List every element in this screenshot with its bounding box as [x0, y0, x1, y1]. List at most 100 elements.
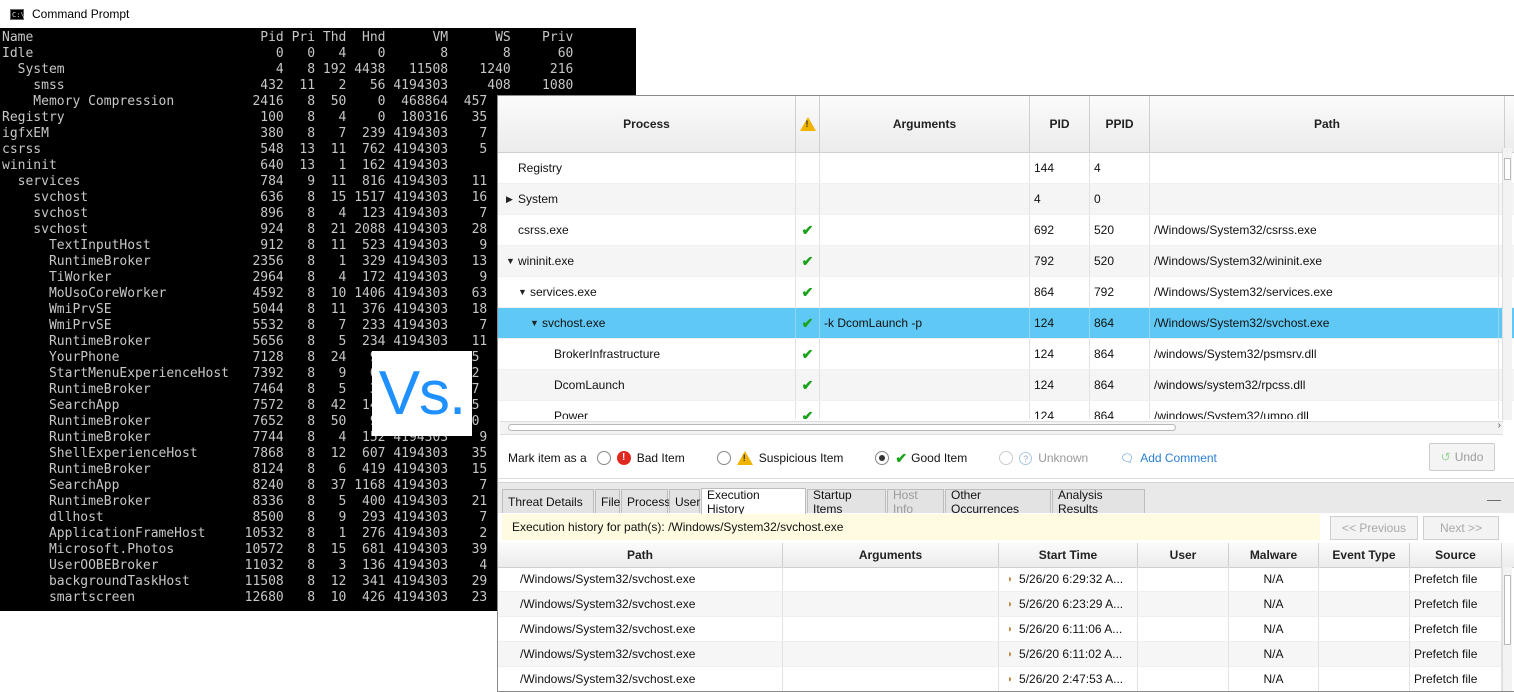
process-cell[interactable]: csrss.exe [498, 215, 796, 245]
process-cell[interactable]: Power [498, 401, 796, 419]
collapse-icon[interactable]: ▼ [518, 287, 530, 297]
process-cell[interactable]: ▼ wininit.exe [498, 246, 796, 276]
scroll-thumb[interactable] [1504, 575, 1511, 645]
expand-icon[interactable]: ▶ [506, 194, 518, 205]
cmd-titlebar[interactable]: C:\ Command Prompt [0, 0, 636, 28]
tab-analysis-results[interactable]: Analysis Results [1052, 488, 1145, 516]
good-item-radio[interactable] [875, 451, 890, 465]
exec-table-header: Path Arguments Start Time User Malware E… [498, 543, 1514, 568]
start-time-text: 5/26/20 6:29:32 A... [1019, 572, 1124, 586]
warning-icon [736, 451, 753, 465]
col-path[interactable]: Path [498, 543, 783, 567]
col-path[interactable]: Path [1150, 96, 1505, 152]
suspicious-item-radio[interactable] [716, 451, 731, 465]
arguments-cell [820, 277, 1030, 307]
moon-icon: ◗ [1007, 573, 1014, 585]
scroll-thumb[interactable] [508, 424, 1176, 431]
col-source[interactable]: Source [1410, 543, 1502, 567]
exec-start-cell: ◗ 5/26/20 6:23:29 A... [999, 592, 1138, 616]
process-row[interactable]: BrokerInfrastructure ✔ 124 864/windows/Syst… [498, 339, 1514, 370]
col-pid[interactable]: PID [1030, 96, 1090, 152]
tab-process[interactable]: Process [621, 489, 670, 513]
unknown-option[interactable]: ? Unknown [999, 451, 1088, 465]
pid-cell: 692 [1030, 215, 1090, 245]
process-row[interactable]: DcomLaunch ✔ 124 864/windows/system32/rpcss… [498, 370, 1514, 401]
process-cell[interactable]: ▶ System [498, 184, 796, 214]
tab-host-info[interactable]: Host Info [887, 488, 944, 516]
check-icon: ✔ [801, 407, 814, 420]
process-row[interactable]: ▼ wininit.exe ✔ 792 520/Windows/System32/win… [498, 246, 1514, 277]
start-time-text: 5/26/20 6:11:02 A... [1019, 647, 1123, 661]
process-vertical-scrollbar[interactable] [1502, 148, 1512, 420]
tab-other-occurrences[interactable]: Other Occurrences [945, 488, 1051, 516]
col-warning[interactable] [796, 96, 820, 152]
tab-file[interactable]: File [595, 489, 620, 513]
process-table-body: Registry 144 4 ▶ System 4 0 csrss.exe ✔ 692 520/Wi… [498, 153, 1514, 419]
process-horizontal-scrollbar[interactable]: › [500, 420, 1503, 435]
next-button[interactable]: Next >> [1423, 516, 1499, 540]
process-name: services.exe [530, 285, 597, 299]
exec-row[interactable]: /Windows/System32/svchost.exe ◗ 5/26/20 6:… [498, 642, 1503, 667]
exec-row[interactable]: /Windows/System32/svchost.exe ◗ 5/26/20 6:… [498, 617, 1503, 642]
add-comment-link[interactable]: 🗨 Add Comment [1120, 451, 1217, 465]
scroll-right-icon[interactable]: › [1498, 420, 1501, 431]
col-ppid[interactable]: PPID [1090, 96, 1150, 152]
unknown-radio[interactable] [999, 451, 1014, 465]
tab-execution-history[interactable]: Execution History [701, 488, 806, 516]
col-user[interactable]: User [1138, 543, 1229, 567]
exec-path-cell: /Windows/System32/svchost.exe [498, 567, 783, 591]
exec-path-cell: /Windows/System32/svchost.exe [498, 592, 783, 616]
tab-user[interactable]: User [669, 489, 700, 513]
col-event-type[interactable]: Event Type [1319, 543, 1410, 567]
status-cell: ✔ [796, 339, 820, 369]
status-cell: ✔ [796, 401, 820, 419]
tab-startup-items[interactable]: Startup Items [807, 488, 886, 516]
check-icon: ✔ [801, 314, 814, 331]
bad-item-option[interactable]: ! Bad Item [596, 451, 685, 465]
exec-malware-cell: N/A [1229, 667, 1319, 691]
process-row[interactable]: ▶ System 4 0 [498, 184, 1514, 215]
process-cell[interactable]: DcomLaunch [498, 370, 796, 400]
col-malware[interactable]: Malware [1229, 543, 1319, 567]
check-icon: ✔ [801, 376, 814, 393]
console-line: System 4 8 192 4438 11508 1240 216 [2, 62, 574, 77]
process-row[interactable]: Registry 144 4 [498, 153, 1514, 184]
exec-vertical-scrollbar[interactable] [1502, 567, 1512, 691]
process-cell[interactable]: ▼ svchost.exe [498, 308, 796, 338]
col-start-time[interactable]: Start Time [999, 543, 1138, 567]
exec-row[interactable]: /Windows/System32/svchost.exe ◗ 5/26/20 6:… [498, 592, 1503, 617]
process-name: BrokerInfrastructure [554, 347, 661, 361]
col-arguments[interactable]: Arguments [783, 543, 999, 567]
col-arguments[interactable]: Arguments [820, 96, 1030, 152]
previous-button[interactable]: << Previous [1330, 516, 1418, 540]
check-icon: ✔ [801, 283, 814, 300]
tab-threat-details[interactable]: Threat Details [502, 489, 594, 513]
process-row[interactable]: ▼ svchost.exe ✔ -k DcomLaunch -p 124 864/Wind… [498, 308, 1514, 339]
process-row[interactable]: csrss.exe ✔ 692 520/Windows/System32/csrss.… [498, 215, 1514, 246]
path-cell: /Windows/System32/csrss.exe [1150, 215, 1499, 245]
minimize-icon[interactable]: — [1487, 491, 1501, 507]
suspicious-item-option[interactable]: Suspicious Item [716, 451, 843, 465]
scroll-thumb[interactable] [1504, 158, 1511, 180]
process-cell[interactable]: Registry [498, 153, 796, 183]
undo-label: Undo [1454, 450, 1484, 464]
bad-item-radio[interactable] [596, 451, 611, 465]
exec-args-cell [783, 592, 999, 616]
undo-button[interactable]: ↺ Undo [1429, 443, 1495, 471]
collapse-icon[interactable]: ▼ [506, 256, 518, 266]
ppid-cell: 864 [1090, 308, 1150, 338]
exec-history-info: Execution history for path(s): /Windows/… [502, 514, 1320, 540]
exec-row[interactable]: /Windows/System32/svchost.exe ◗ 5/26/20 6:… [498, 567, 1503, 592]
process-cell[interactable]: ▼ services.exe [498, 277, 796, 307]
undo-icon: ↺ [1440, 450, 1451, 464]
collapse-icon[interactable]: ▼ [530, 318, 542, 328]
process-cell[interactable]: BrokerInfrastructure [498, 339, 796, 369]
moon-icon: ◗ [1007, 673, 1014, 685]
process-row[interactable]: Power ✔ 124 864/windows/System32/umpo.dll [498, 401, 1514, 419]
col-process[interactable]: Process [498, 96, 796, 152]
process-row[interactable]: ▼ services.exe ✔ 864 792/Windows/System32/se… [498, 277, 1514, 308]
exec-malware-cell: N/A [1229, 567, 1319, 591]
vs-label: Vs. [372, 351, 472, 436]
good-item-option[interactable]: ✔ Good Item [875, 450, 967, 467]
exec-row[interactable]: /Windows/System32/svchost.exe ◗ 5/26/20 2:… [498, 667, 1503, 691]
